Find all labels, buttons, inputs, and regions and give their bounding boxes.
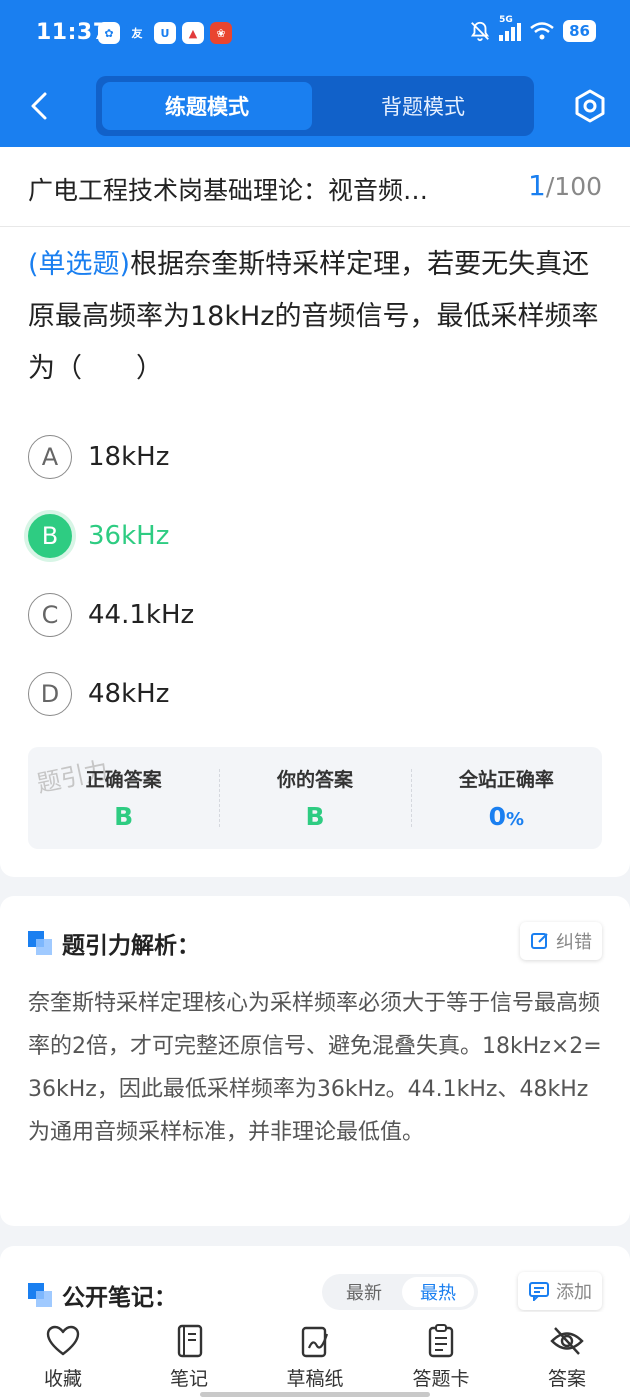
app-icon: ❀	[210, 22, 232, 44]
stat-site-accuracy: 全站正确率 0%	[410, 747, 602, 849]
add-note-button[interactable]: 添加	[518, 1272, 602, 1310]
tab-practice-mode[interactable]: 练题模式	[102, 82, 312, 130]
option-letter: D	[28, 671, 72, 716]
nav-bar: 练题模式 背题模式	[0, 70, 630, 147]
stat-label: 正确答案	[85, 769, 162, 791]
question-card: (单选题)根据奈奎斯特采样定理，若要无失真还原最高频率为18kHz的音频信号，最…	[0, 227, 630, 877]
app-header: 11:37 ✿ 友 U ▲ ❀ 5G 86 练题模式 背题模式	[0, 0, 630, 147]
signal-icon: 5G	[499, 15, 522, 41]
back-arrow-icon[interactable]	[22, 88, 58, 124]
analysis-text: 奈奎斯特采样定理核心为采样频率必须大于等于信号最高频率的2倍，才可完整还原信号、…	[28, 991, 602, 1145]
section-squares-icon	[28, 1283, 52, 1307]
tab-label: 答案	[547, 1368, 586, 1390]
status-bar: 11:37 ✿ 友 U ▲ ❀ 5G 86	[0, 0, 630, 70]
exam-title: 广电工程技术岗基础理论：视音频…	[28, 176, 429, 205]
current-question-number: 1	[528, 169, 546, 202]
mode-segmented-control: 练题模式 背题模式	[96, 76, 534, 136]
question-title-bar: 广电工程技术岗基础理论：视音频… 1/100	[0, 147, 630, 227]
home-indicator	[200, 1392, 430, 1397]
network-type: 5G	[499, 15, 513, 25]
question-counter[interactable]: 1/100	[528, 169, 602, 202]
app-icon: ▲	[182, 22, 204, 44]
edit-icon	[531, 933, 548, 949]
option-text: 18kHz	[88, 441, 170, 472]
status-right: 5G 86	[469, 15, 596, 42]
answer-stats: 题引力 正确答案 B 你的答案 B 全站正确率 0%	[28, 747, 602, 849]
tab-favorite[interactable]: 收藏	[0, 1312, 126, 1400]
report-error-button[interactable]: 纠错	[520, 922, 602, 960]
accuracy-unit: %	[506, 809, 525, 830]
message-add-icon	[529, 1282, 549, 1301]
eye-off-icon	[550, 1327, 584, 1355]
notes-title: 公开笔记：	[62, 1285, 177, 1311]
analysis-header: 题引力解析：	[28, 926, 200, 960]
sort-latest-button[interactable]: 最新	[332, 1274, 396, 1310]
tab-label: 草稿纸	[286, 1368, 344, 1390]
stat-label: 全站正确率	[458, 769, 554, 791]
notification-icons: ✿ 友 U ▲ ❀	[98, 22, 232, 44]
tab-scratch-paper[interactable]: 草稿纸	[252, 1312, 378, 1400]
sort-hot-button[interactable]: 最热	[402, 1277, 474, 1307]
settings-gear-icon[interactable]	[572, 88, 608, 124]
option-text: 44.1kHz	[88, 599, 195, 630]
tab-label: 笔记	[169, 1368, 208, 1390]
report-error-label: 纠错	[556, 932, 592, 953]
analysis-title: 题引力解析：	[62, 933, 200, 959]
option-b[interactable]: B 36kHz	[28, 496, 606, 575]
tab-label: 收藏	[43, 1368, 82, 1390]
app-icon: 友	[126, 22, 148, 44]
stat-correct-answer: 正确答案 B	[28, 747, 219, 849]
app-icon: ✿	[98, 22, 120, 44]
total-questions: /100	[545, 172, 602, 201]
add-note-label: 添加	[556, 1282, 592, 1303]
options-list: A 18kHz B 36kHz C 44.1kHz D 48kHz	[28, 417, 606, 733]
option-letter: B	[28, 513, 72, 558]
tab-memorize-mode[interactable]: 背题模式	[318, 82, 528, 130]
bottom-toolbar: 收藏 笔记 草稿纸 答题卡 答案	[0, 1312, 630, 1400]
tab-label: 答题卡	[412, 1368, 470, 1390]
option-letter: A	[28, 434, 72, 479]
notes-header: 公开笔记：	[28, 1278, 177, 1312]
option-d[interactable]: D 48kHz	[28, 654, 606, 733]
scratch-pad-icon	[301, 1326, 329, 1358]
mute-bell-icon	[471, 21, 490, 42]
stat-your-answer: 你的答案 B	[219, 747, 410, 849]
notebook-icon	[177, 1324, 203, 1358]
question-type: (单选题)	[28, 249, 131, 280]
option-letter: C	[28, 592, 72, 637]
tab-notes[interactable]: 笔记	[126, 1312, 252, 1400]
accuracy-number: 0	[488, 802, 506, 831]
tab-answer[interactable]: 答案	[504, 1312, 630, 1400]
stat-value: 0%	[411, 802, 602, 831]
stat-value: B	[305, 802, 325, 831]
heart-icon	[46, 1325, 80, 1356]
question-stem: (单选题)根据奈奎斯特采样定理，若要无失真还原最高频率为18kHz的音频信号，最…	[28, 239, 606, 395]
section-squares-icon	[28, 931, 52, 955]
app-icon: U	[154, 22, 176, 44]
option-a[interactable]: A 18kHz	[28, 417, 606, 496]
battery-indicator: 86	[563, 20, 596, 42]
analysis-card: 题引力解析： 纠错 奈奎斯特采样定理核心为采样频率必须大于等于信号最高频率的2倍…	[0, 896, 630, 1226]
clipboard-list-icon	[428, 1324, 454, 1358]
wifi-icon	[530, 22, 554, 40]
option-text: 36kHz	[88, 520, 170, 551]
tab-answer-card[interactable]: 答题卡	[378, 1312, 504, 1400]
option-text: 48kHz	[88, 678, 170, 709]
stat-label: 你的答案	[276, 769, 353, 791]
option-c[interactable]: C 44.1kHz	[28, 575, 606, 654]
stat-value: B	[114, 802, 134, 831]
notes-sort-toggle: 最新 最热	[322, 1274, 478, 1310]
